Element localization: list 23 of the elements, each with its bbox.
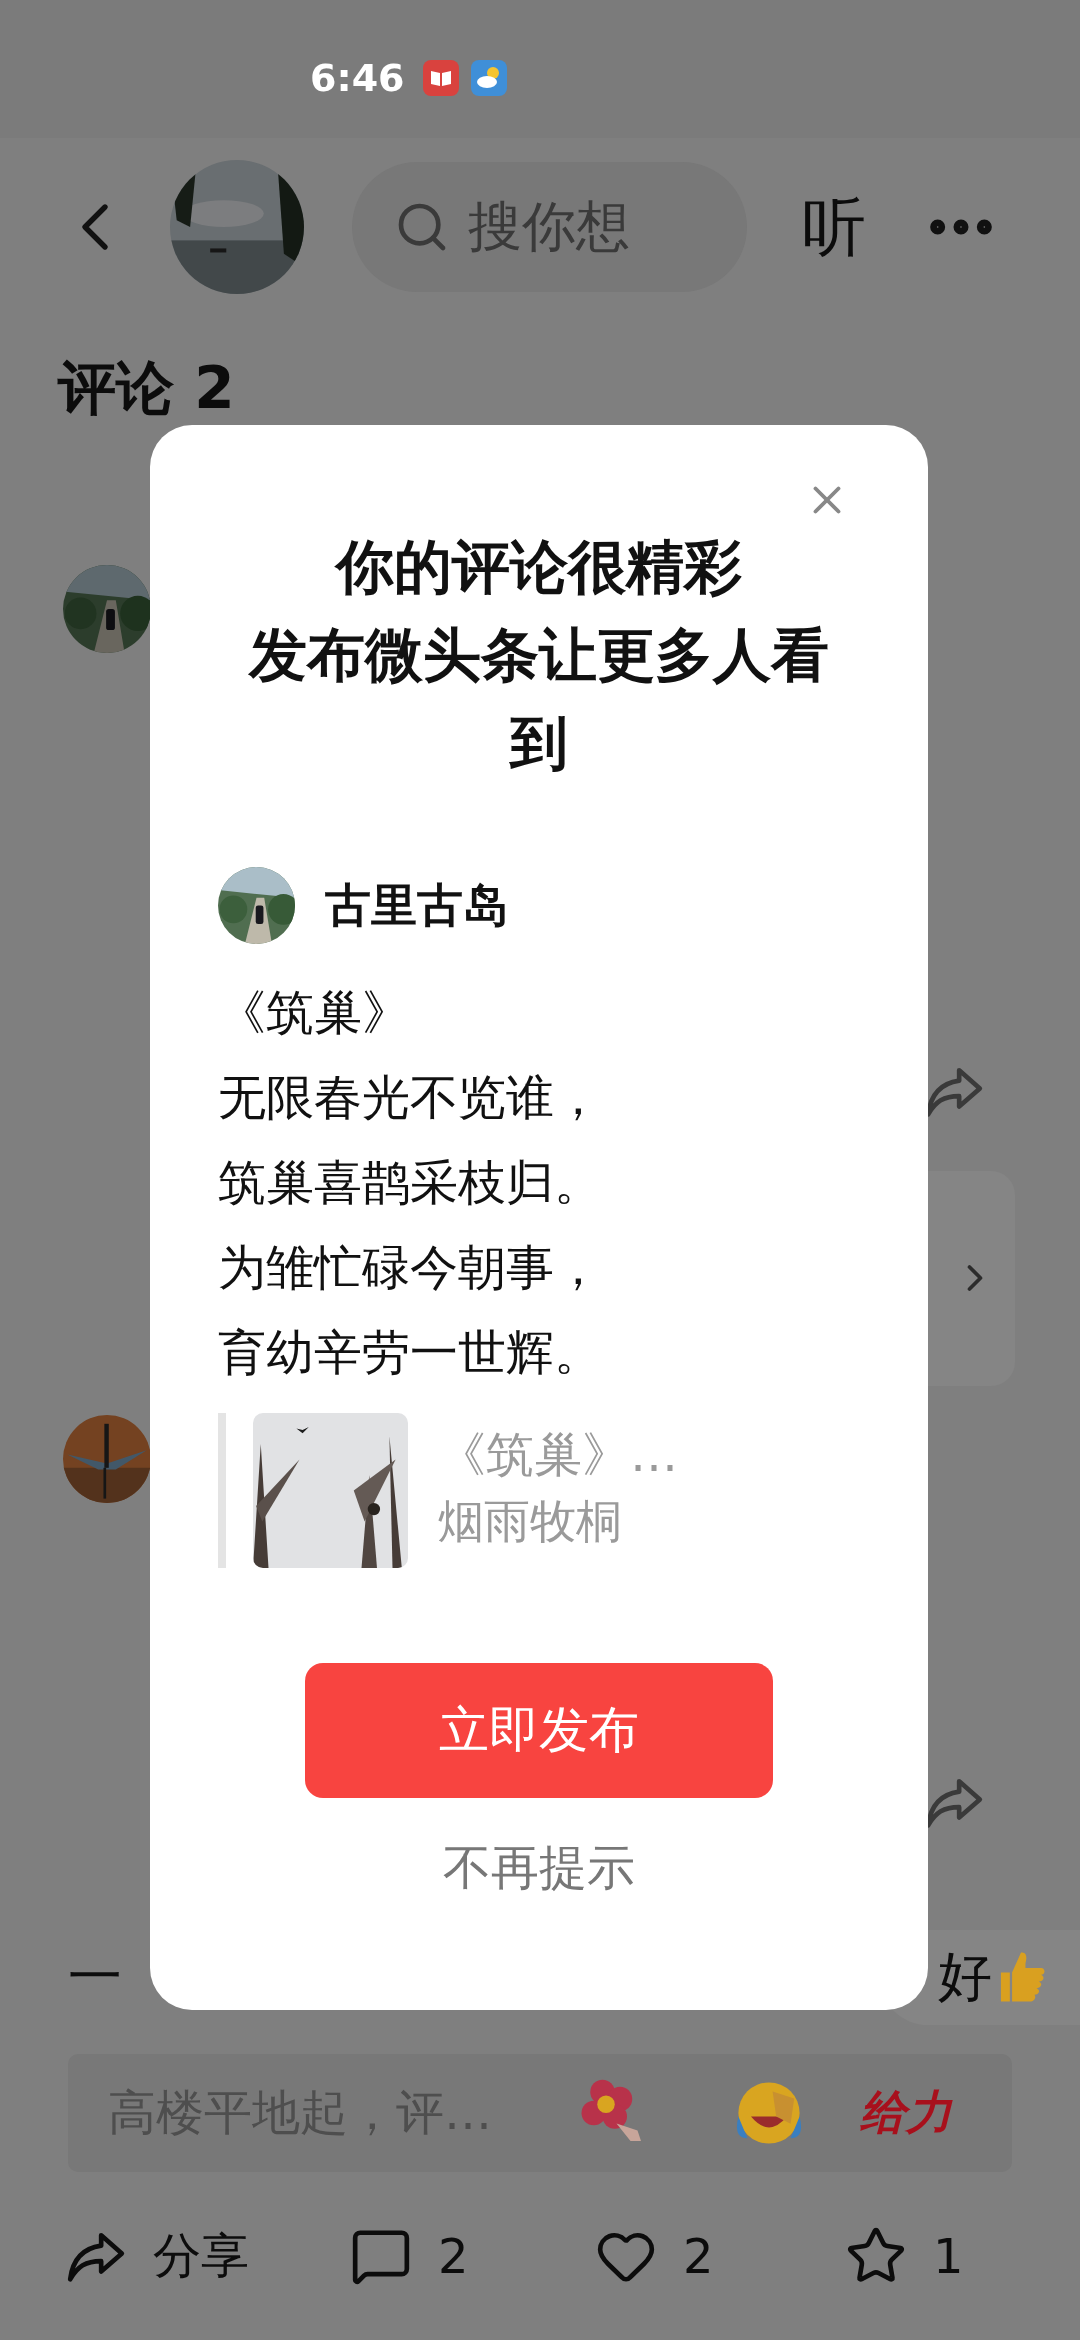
quote-author: 烟雨牧桐 — [438, 1493, 623, 1550]
search-field[interactable]: 搜你想 — [352, 162, 747, 293]
share-action[interactable]: 分享 — [65, 2224, 350, 2289]
poem-line: 育幼辛劳一世辉。 — [218, 1323, 603, 1382]
poem-line: 无限春光不览谁， — [218, 1068, 603, 1127]
comment-action[interactable]: 2 — [350, 2225, 595, 2288]
status-time: 6:46 — [310, 56, 405, 101]
poem-line: 为雏忙碌今朝事， — [218, 1238, 603, 1297]
author-name: 古里古岛 — [325, 876, 509, 934]
comments-title: 评论 2 — [56, 356, 236, 425]
poem-line: 《筑巢》 — [218, 983, 411, 1042]
poem-line: 筑巢喜鹊采枝归。 — [218, 1153, 603, 1212]
dont-remind-button[interactable]: 不再提示 — [433, 1826, 645, 1910]
quote-title: 《筑巢》… — [438, 1425, 678, 1484]
quoted-post[interactable]: 《筑巢》… 烟雨牧桐 — [218, 1413, 928, 1568]
listen-button[interactable]: 听 — [802, 183, 866, 271]
dialog-title: 你的评论很精彩 发布微头条让更多人看到 — [247, 532, 830, 779]
like-action[interactable]: 2 — [595, 2225, 845, 2288]
publish-button[interactable]: 立即发布 — [305, 1663, 773, 1798]
comment-text: 好 — [938, 1950, 992, 2005]
comment-text: 一 — [68, 1943, 122, 2010]
search-placeholder: 搜你想 — [468, 193, 630, 260]
favorite-action[interactable]: 1 — [845, 2225, 1045, 2288]
